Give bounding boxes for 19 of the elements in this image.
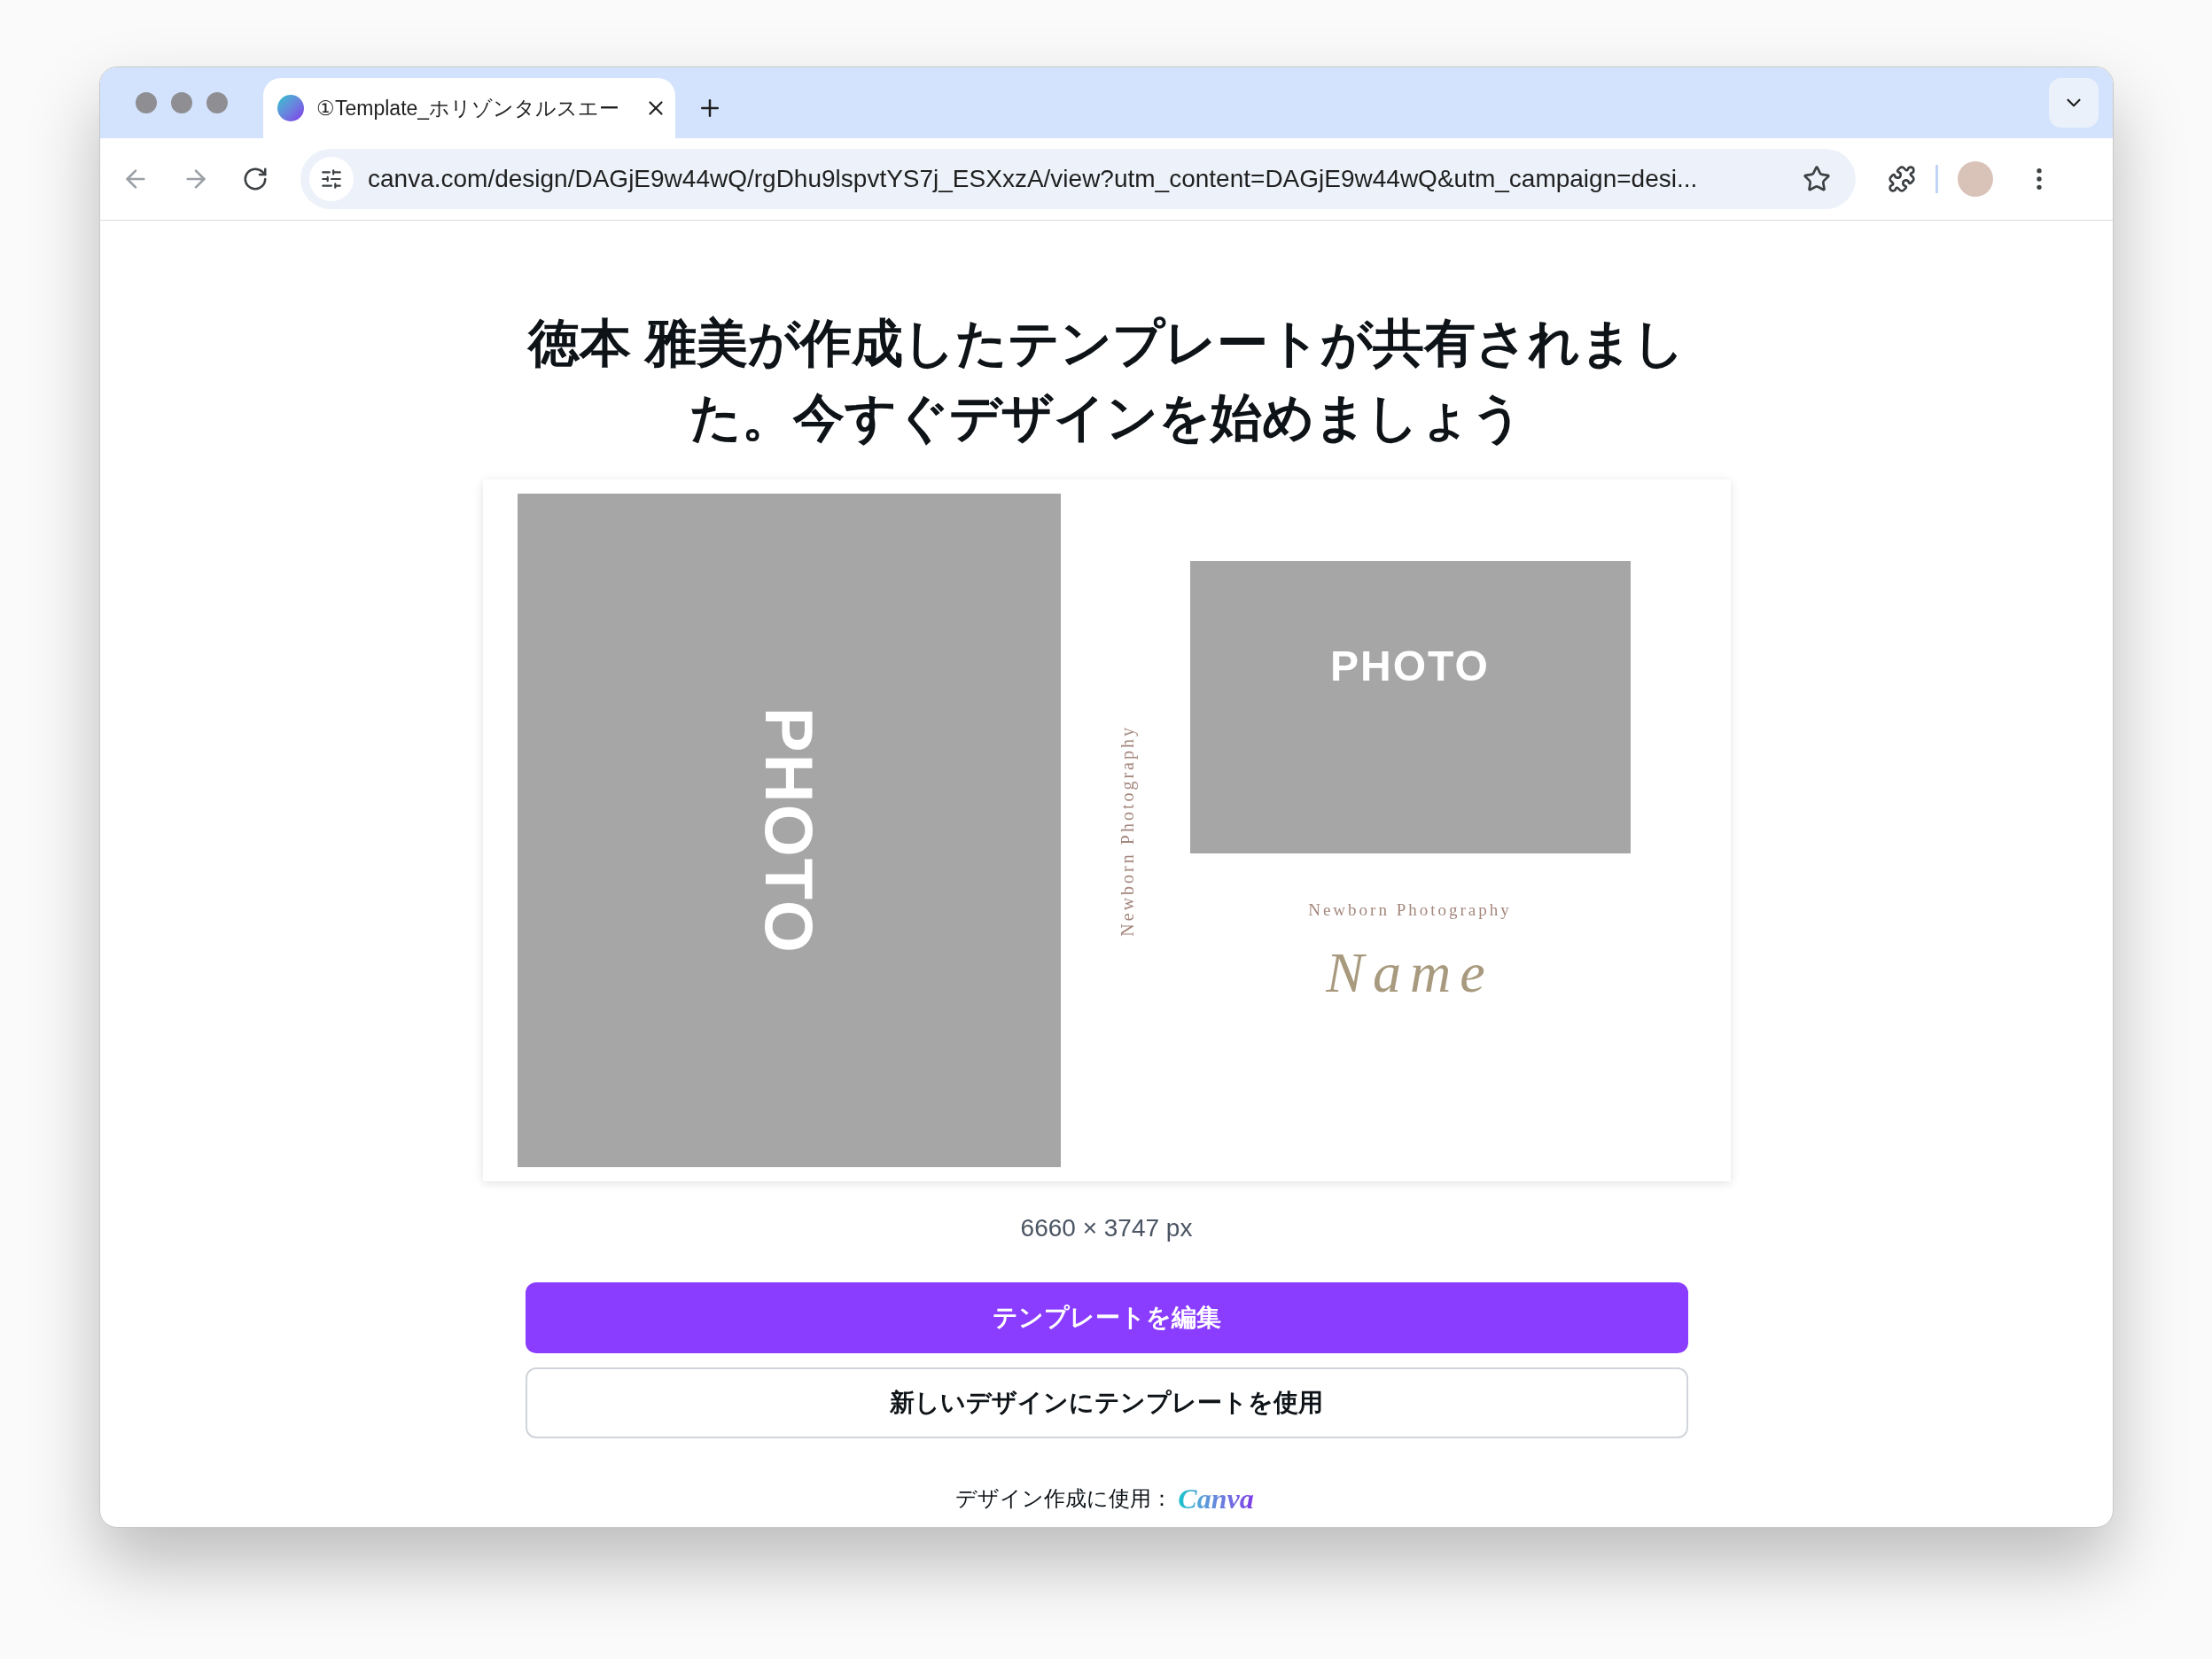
photo-label: PHOTO bbox=[751, 706, 828, 954]
url-text: canva.com/design/DAGjE9w44wQ/rgDhu9lspvtYS7j_ESXxzA/view?utm_content=DAGjE9w44wQ&utm_campaign=desi... bbox=[368, 164, 1699, 194]
name-script-text: Name bbox=[1326, 939, 1494, 1006]
subtitle-text: Newborn Photography bbox=[1308, 900, 1512, 921]
edit-template-button[interactable]: テンプレートを編集 bbox=[525, 1282, 1688, 1353]
spine-text: Newborn Photography bbox=[1116, 724, 1138, 937]
photo-label: PHOTO bbox=[1330, 642, 1490, 691]
use-template-button[interactable]: 新しいデザインにテンプレートを使用 bbox=[525, 1367, 1688, 1438]
site-settings-icon[interactable] bbox=[309, 157, 354, 201]
dimensions-text: 6660 × 3747 px bbox=[1020, 1213, 1193, 1243]
app-logo-icon bbox=[277, 95, 304, 121]
address-bar[interactable]: canva.com/design/DAGjE9w44wQ/rgDhu9lspvtYS7j_ESXxzA/view?utm_content=DAGjE9w44wQ&utm_campaign=desi... bbox=[300, 149, 1856, 209]
tab-title: ①Template_ホリゾンタルスエー bbox=[316, 95, 620, 121]
extensions-icon[interactable] bbox=[1888, 165, 1916, 193]
page-heading: 徳本 雅美が作成したテンプレートが共有されました。今すぐデザインを始めましょう bbox=[526, 313, 1686, 448]
bookmark-star-icon[interactable] bbox=[1803, 165, 1831, 193]
browser-tab[interactable]: ①Template_ホリゾンタルスエー bbox=[263, 78, 675, 138]
footer-text: デザイン作成に使用： bbox=[955, 1485, 1173, 1512]
reload-icon[interactable] bbox=[242, 166, 269, 192]
